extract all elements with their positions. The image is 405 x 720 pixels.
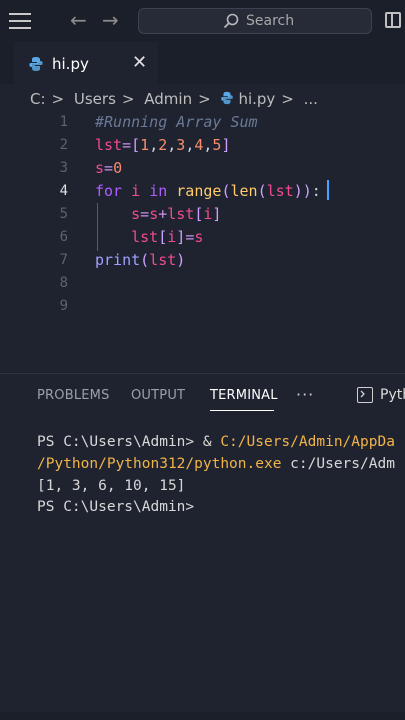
search-box[interactable]: Search <box>138 8 372 34</box>
more-icon[interactable]: ··· <box>296 385 314 404</box>
code-line: #Running Array Sum <box>95 113 258 131</box>
tab-output[interactable]: OUTPUT <box>131 388 185 403</box>
text-cursor <box>327 180 329 200</box>
breadcrumb-drive[interactable]: C: <box>30 90 46 108</box>
line-number: 9 <box>59 298 68 314</box>
menu-icon[interactable] <box>9 13 31 29</box>
code-line: lst[i]=s <box>131 228 204 246</box>
breadcrumb-users[interactable]: Users <box>74 90 116 108</box>
terminal-prompt: PS C:\Users\Admin> & <box>37 434 221 450</box>
python-file-icon <box>29 57 43 71</box>
line-number: 1 <box>59 114 68 130</box>
panel-divider[interactable] <box>0 373 405 374</box>
terminal-line: /Python/Python312/python.exe c:/Users/Ad… <box>37 456 395 472</box>
tab-terminal[interactable]: TERMINAL <box>210 388 278 403</box>
title-bar: ← → Search <box>0 0 405 42</box>
tab-label: hi.py <box>52 55 89 73</box>
terminal-name[interactable]: Pyth <box>380 387 405 403</box>
active-tab-indicator <box>210 410 274 411</box>
search-icon <box>223 13 239 29</box>
line-number-active: 4 <box>59 183 68 199</box>
layout-toggle-icon[interactable] <box>385 12 401 28</box>
line-number: 2 <box>59 137 68 153</box>
terminal-line: PS C:\Users\Admin> & C:/Users/Admin/AppD… <box>37 434 395 450</box>
python-file-icon <box>221 91 234 105</box>
terminal-prompt: PS C:\Users\Admin> <box>37 499 195 515</box>
tab-hi-py[interactable]: hi.py ✕ <box>14 42 158 85</box>
breadcrumb-admin[interactable]: Admin <box>144 90 192 108</box>
tab-problems[interactable]: PROBLEMS <box>37 388 110 403</box>
code-line: lst=[1,2,3,4,5] <box>95 136 231 154</box>
terminal-path: C:/Users/Admin/AppDa <box>220 434 395 450</box>
breadcrumb-symbols[interactable]: ... <box>304 90 318 108</box>
line-number: 3 <box>59 160 68 176</box>
line-number: 7 <box>59 252 68 268</box>
status-bar <box>0 712 405 720</box>
close-icon[interactable]: ✕ <box>132 52 147 73</box>
breadcrumb-file[interactable]: hi.py <box>238 90 275 108</box>
line-number: 5 <box>59 206 68 222</box>
code-line: s=0 <box>95 159 123 177</box>
line-number: 6 <box>59 229 68 245</box>
terminal-icon[interactable] <box>357 387 373 403</box>
search-placeholder: Search <box>246 13 295 29</box>
arrow-right-icon[interactable]: → <box>102 10 119 30</box>
terminal-path: /Python/Python312/python.exe <box>37 456 282 472</box>
breadcrumb: C: > Users > Admin > hi.py > ... <box>30 90 318 108</box>
code-line: s=s+lst[i] <box>131 205 222 223</box>
code-line: print(lst) <box>95 251 186 269</box>
terminal-output: [1, 3, 6, 10, 15] <box>37 478 186 494</box>
arrow-left-icon[interactable]: ← <box>70 10 87 30</box>
line-number: 8 <box>59 275 68 291</box>
terminal-arg: c:/Users/Adm <box>281 456 395 472</box>
code-line: for i in range(len(lst)): <box>95 182 321 200</box>
